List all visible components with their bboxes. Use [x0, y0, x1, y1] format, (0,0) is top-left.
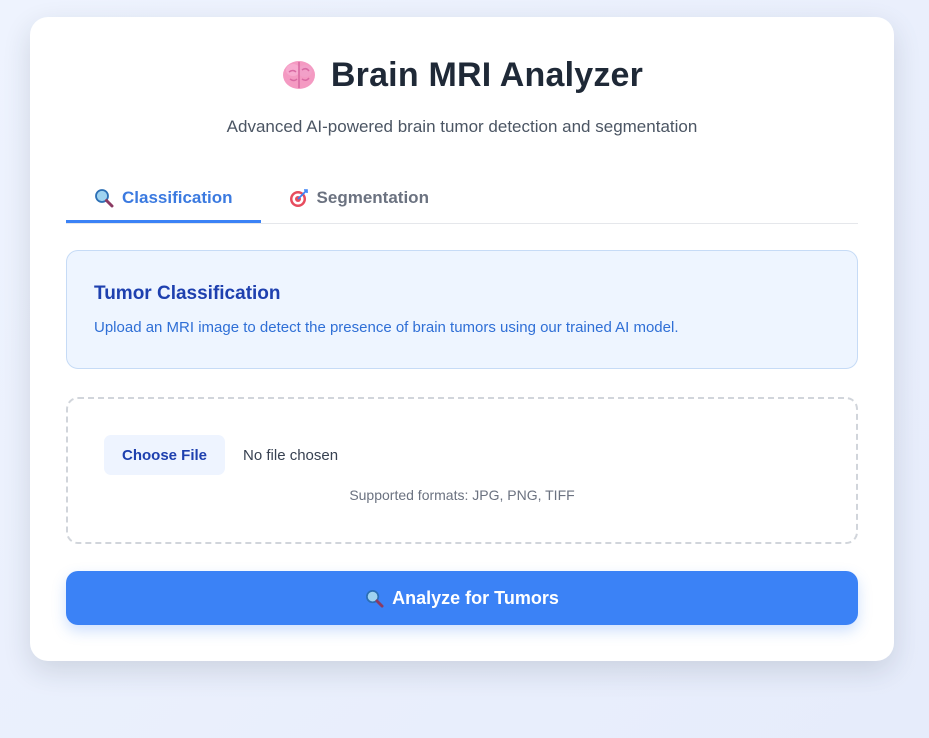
analyzer-card: Brain MRI Analyzer Advanced AI-powered b…: [30, 17, 894, 661]
title-row: Brain MRI Analyzer: [66, 55, 858, 95]
brain-icon: [282, 61, 315, 89]
analyze-button-label: Analyze for Tumors: [392, 587, 559, 608]
info-description: Upload an MRI image to detect the presen…: [94, 319, 679, 336]
choose-file-button[interactable]: Choose File: [104, 435, 226, 475]
tab-segmentation-label: Segmentation: [316, 188, 429, 207]
analyze-button[interactable]: Analyze for Tumors: [66, 571, 858, 625]
tab-bar: Classification Segmentation: [66, 175, 858, 224]
tab-classification[interactable]: Classification: [66, 175, 261, 223]
target-icon: [289, 189, 308, 207]
header: Brain MRI Analyzer Advanced AI-powered b…: [66, 17, 858, 137]
file-input-row: Choose File No file chosen: [104, 435, 338, 475]
file-status: No file chosen: [243, 446, 339, 464]
tab-segmentation[interactable]: Segmentation: [261, 175, 457, 221]
supported-formats: Supported formats: JPG, PNG, TIFF: [349, 487, 575, 503]
magnifier-icon: [366, 589, 384, 608]
magnifier-icon: [95, 188, 114, 207]
info-panel: Tumor Classification Upload an MRI image…: [66, 250, 858, 369]
info-title: Tumor Classification: [94, 283, 281, 304]
page-title: Brain MRI Analyzer: [330, 55, 644, 94]
tab-classification-label: Classification: [122, 187, 233, 207]
upload-dropzone[interactable]: Choose File No file chosen Supported for…: [66, 397, 858, 544]
page-subtitle: Advanced AI-powered brain tumor detectio…: [226, 117, 698, 136]
